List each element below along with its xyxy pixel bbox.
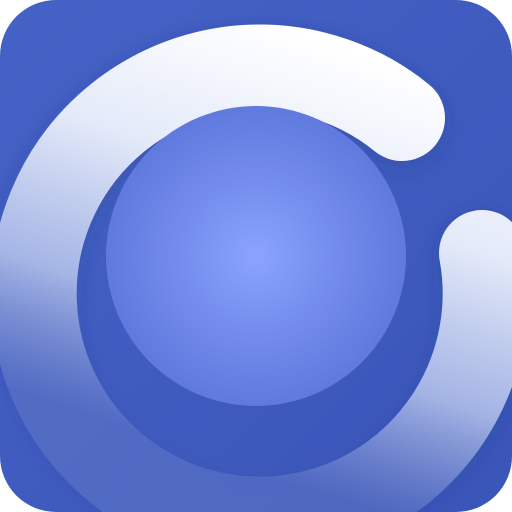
center-circle (106, 106, 406, 406)
app-icon-canvas (0, 0, 512, 512)
circular-loading-app-icon (0, 0, 512, 512)
